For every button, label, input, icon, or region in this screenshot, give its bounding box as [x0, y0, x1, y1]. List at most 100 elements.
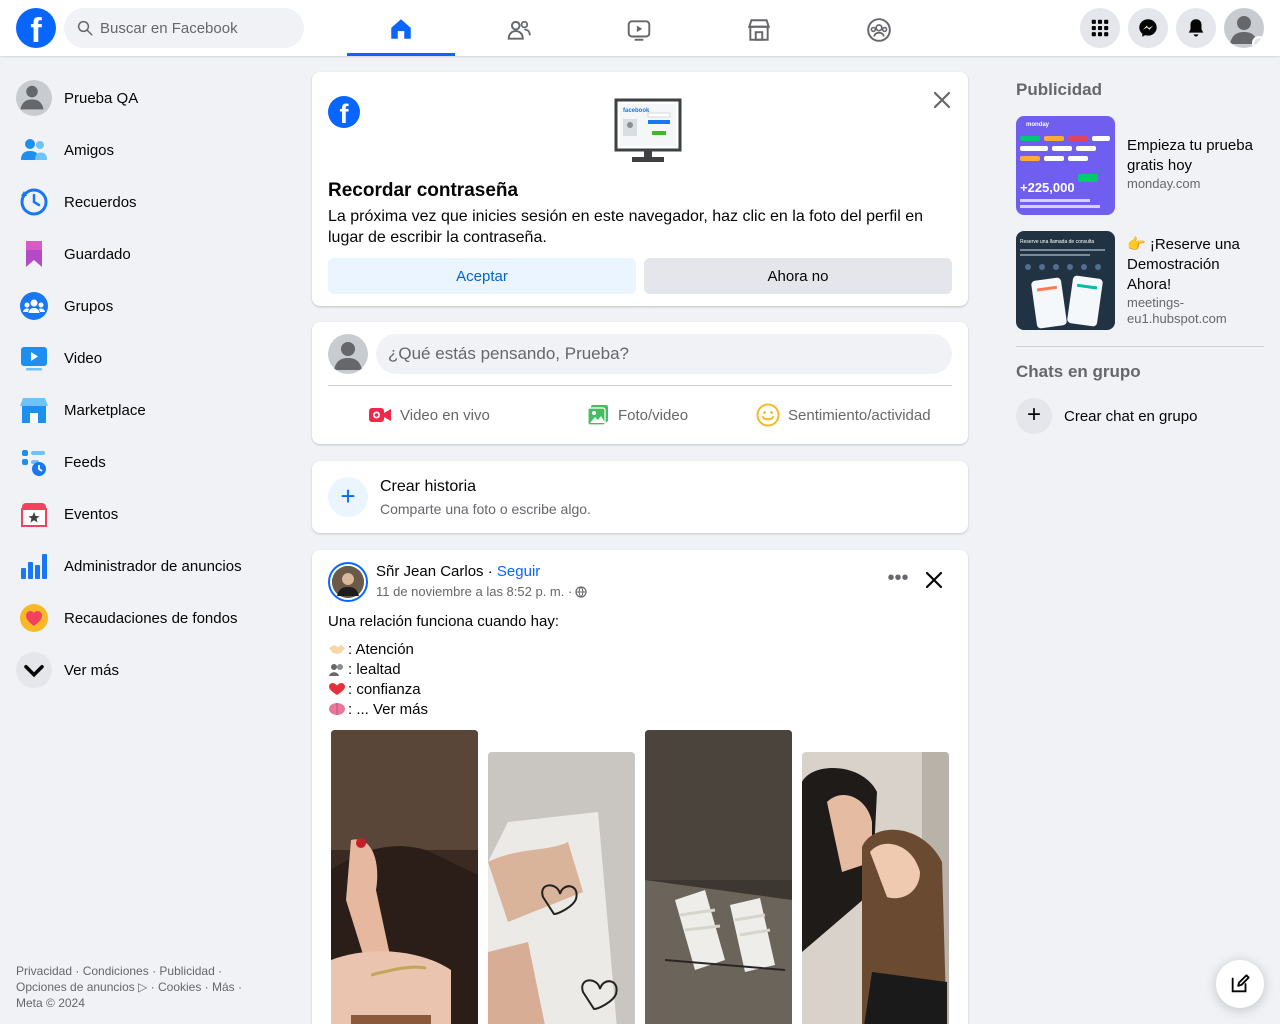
not-now-button[interactable]: Ahora no	[644, 258, 952, 294]
tab-video[interactable]	[585, 4, 693, 56]
ad-banner-text: Reserve una llamada de consulta	[1020, 239, 1094, 245]
sidebar-item-ads-manager[interactable]: Administrador de anuncios	[8, 540, 288, 592]
sidebar-item-label: Grupos	[64, 297, 114, 315]
home-icon	[391, 18, 411, 39]
tab-groups[interactable]	[825, 4, 933, 56]
create-group-chat-button[interactable]: + Crear chat en grupo	[1016, 398, 1264, 434]
post-author-name[interactable]: Sñr Jean Carlos	[376, 563, 484, 580]
accept-button[interactable]: Aceptar	[328, 258, 636, 294]
cups-with-hearts-image	[488, 752, 635, 1024]
sidebar-item-label: Recaudaciones de fondos	[64, 609, 238, 627]
search-icon	[77, 20, 93, 36]
bell-icon	[1188, 19, 1204, 37]
ad-monday[interactable]: monday +225,000 Empieza tu prueba gratis…	[1016, 116, 1264, 216]
name-separator: ·	[483, 563, 497, 580]
account-chevron-icon	[1252, 36, 1264, 48]
groups-icon	[867, 18, 891, 42]
search-box[interactable]	[64, 8, 304, 48]
divider	[328, 385, 952, 386]
photo-video-button[interactable]: Foto/video	[586, 400, 688, 430]
couple-kissing-image	[802, 752, 949, 1024]
post-author-avatar[interactable]	[328, 562, 368, 602]
facebook-logo-letter: f	[30, 12, 42, 48]
sidebar-item-marketplace[interactable]: Marketplace	[8, 384, 288, 436]
hide-post-icon[interactable]	[920, 566, 948, 594]
marketplace-icon	[747, 19, 771, 41]
footer-line[interactable]: Opciones de anuncios ▷ · Cookies · Más ·	[16, 979, 266, 995]
feeds-icon	[22, 450, 46, 476]
notifications-button[interactable]	[1176, 8, 1216, 48]
sidebar-item-label: Amigos	[64, 141, 115, 159]
ad-hubspot[interactable]: Reserve una llamada de consulta 👉 ¡Reser…	[1016, 231, 1264, 331]
menu-button[interactable]	[1080, 8, 1120, 48]
close-icon[interactable]	[928, 86, 956, 114]
heart-emoji-icon	[329, 683, 345, 695]
more-options-icon[interactable]: •••	[884, 564, 912, 592]
post-photo[interactable]	[802, 752, 949, 1024]
post-header: Sñr Jean Carlos · Seguir	[376, 563, 540, 580]
sandals-image	[645, 730, 792, 1024]
ad-thumbnail: Reserve una llamada de consulta	[1016, 231, 1115, 330]
sidebar-item-label: Marketplace	[64, 401, 146, 419]
post-timestamp[interactable]: 11 de noviembre a las 8:52 p. m. ·	[376, 584, 572, 599]
tab-home[interactable]	[347, 4, 455, 56]
sidebar-item-video[interactable]: Video	[8, 332, 288, 384]
sidebar-item-friends[interactable]: Amigos	[8, 124, 288, 176]
feed-post: Sñr Jean Carlos · Seguir 11 de noviembre…	[312, 550, 968, 1024]
post-line-more[interactable]: : ... Ver más	[348, 701, 428, 718]
create-group-chat-label: Crear chat en grupo	[1064, 407, 1198, 425]
sidebar-item-saved[interactable]: Guardado	[8, 228, 288, 280]
photo-video-label: Foto/video	[618, 406, 689, 424]
top-navigation-bar: f	[0, 0, 1280, 56]
whats-on-your-mind-input[interactable]: ¿Qué estás pensando, Prueba?	[376, 334, 952, 374]
smiley-icon	[756, 403, 780, 427]
tab-marketplace[interactable]	[705, 4, 813, 56]
account-avatar[interactable]	[1224, 8, 1264, 48]
sidebar-item-groups[interactable]: Grupos	[8, 280, 288, 332]
groups-icon	[20, 292, 48, 320]
ad-title[interactable]: Empieza tu prueba gratis hoy	[1127, 136, 1265, 176]
footer-links[interactable]: Privacidad · Condiciones · Publicidad · …	[16, 963, 266, 1011]
sidebar-item-events[interactable]: Eventos	[8, 488, 288, 540]
sidebar-item-feeds[interactable]: Feeds	[8, 436, 288, 488]
footer-line[interactable]: Privacidad · Condiciones · Publicidad ·	[16, 963, 266, 979]
ad-url-line2: eu1.hubspot.com	[1127, 311, 1227, 326]
follow-button[interactable]: Seguir	[497, 563, 540, 580]
sponsored-heading: Publicidad	[1016, 80, 1102, 99]
ad-brand-text: monday	[1026, 122, 1050, 128]
bar-chart-icon	[21, 554, 47, 579]
messenger-button[interactable]	[1128, 8, 1168, 48]
monitor-brand-text: facebook	[623, 108, 650, 114]
video-icon	[21, 347, 47, 371]
sidebar-item-label: Ver más	[64, 661, 120, 679]
post-text: Una relación funciona cuando hay: : Aten…	[328, 612, 948, 720]
facebook-logo: f	[328, 96, 360, 128]
live-video-button[interactable]: Video en vivo	[368, 400, 490, 430]
fundraiser-heart-icon	[20, 604, 48, 632]
create-story-card[interactable]: + Crear historia Comparte una foto o esc…	[312, 461, 968, 533]
sidebar-item-see-more[interactable]: Ver más	[8, 644, 288, 696]
ad-url-line1: meetings-	[1127, 295, 1185, 310]
post-photo[interactable]	[645, 730, 792, 1024]
sidebar-item-memories[interactable]: Recuerdos	[8, 176, 288, 228]
live-video-label: Video en vivo	[400, 406, 490, 424]
sidebar-item-label: Guardado	[64, 245, 131, 263]
hubspot-ad-image: Reserve una llamada de consulta	[1016, 231, 1115, 330]
post-line-confianza: : confianza	[348, 681, 421, 698]
search-input[interactable]	[100, 8, 296, 48]
compose-icon	[1231, 974, 1250, 993]
tab-friends[interactable]	[465, 4, 573, 56]
plus-icon: +	[1016, 398, 1052, 434]
post-photo[interactable]	[331, 730, 478, 1024]
sidebar-item-fundraisers[interactable]: Recaudaciones de fondos	[8, 592, 288, 644]
ad-title[interactable]: 👉 ¡Reserve una Demostración Ahora!	[1127, 235, 1265, 295]
profile-avatar	[16, 80, 52, 116]
avatar[interactable]	[328, 334, 368, 374]
post-photo[interactable]	[488, 752, 635, 1024]
feeling-activity-button[interactable]: Sentimiento/actividad	[756, 400, 931, 430]
facebook-logo[interactable]: f	[16, 8, 56, 48]
card-title: Recordar contraseña	[328, 180, 519, 201]
group-chats-heading: Chats en grupo	[1016, 362, 1141, 381]
new-message-button[interactable]	[1216, 960, 1264, 1008]
sidebar-item-profile[interactable]: Prueba QA	[8, 72, 288, 124]
